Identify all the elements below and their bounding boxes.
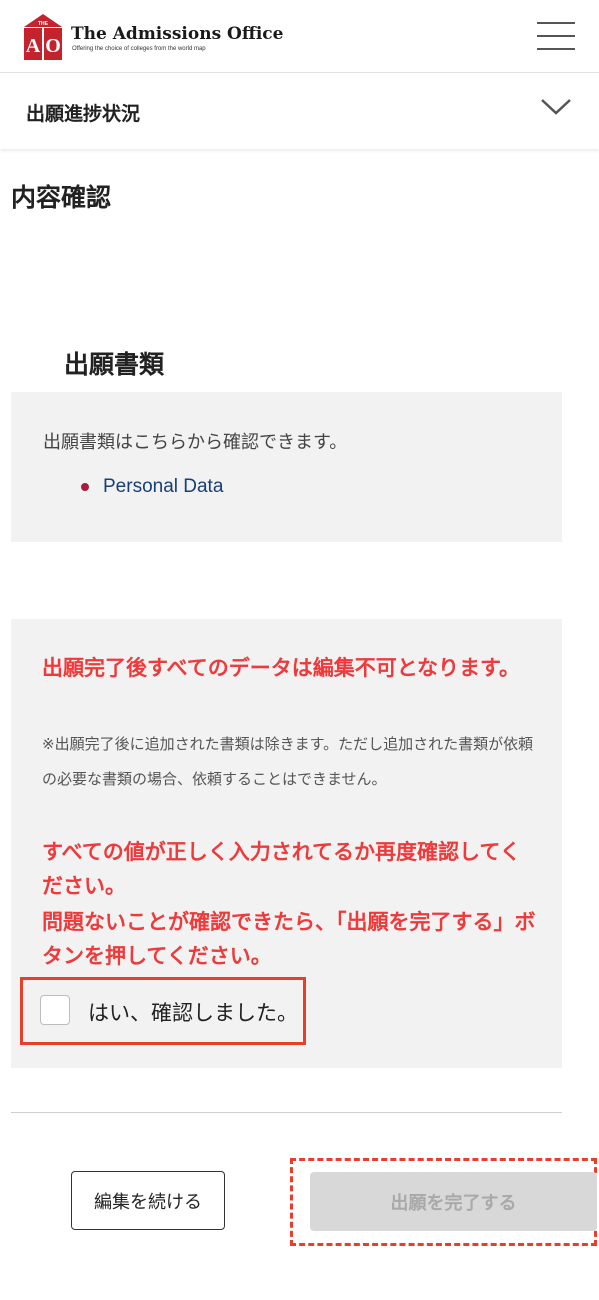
menu-hamburger-icon[interactable] xyxy=(537,20,577,52)
continue-editing-button[interactable]: 編集を続ける xyxy=(71,1171,225,1230)
logo-icon[interactable]: THE A O xyxy=(24,14,62,60)
confirm-checkbox-label[interactable]: はい、確認しました。 xyxy=(88,997,298,1027)
application-progress-label: 出願進捗状況 xyxy=(26,103,141,125)
application-progress-toggle[interactable]: 出願進捗状況 xyxy=(0,73,599,149)
bullet-icon xyxy=(81,483,89,491)
personal-data-link[interactable]: Personal Data xyxy=(103,476,223,498)
site-tagline: Offering the choice of colleges from the… xyxy=(72,46,206,52)
svg-text:O: O xyxy=(45,35,61,57)
documents-note: 出願書類はこちらから確認できます。 xyxy=(43,432,348,453)
page-title: 内容確認 xyxy=(11,183,112,212)
site-title: The Admissions Office xyxy=(71,24,284,44)
documents-section-title: 出願書類 xyxy=(64,350,165,379)
divider xyxy=(11,1112,562,1113)
logo-small-text: THE xyxy=(38,21,49,27)
complete-application-button[interactable]: 出願を完了する xyxy=(310,1172,597,1231)
svg-text:A: A xyxy=(26,35,41,57)
warning-note-text: ※出願完了後に追加された書類は除きます。ただし追加された書類が依頼の必要な書類の… xyxy=(42,735,534,788)
warning-no-edit-text: 出願完了後すべてのデータは編集不可となります。 xyxy=(42,656,520,680)
warning-instruction-text: 問題ないことが確認できたら、「出願を完了する」ボタンを押してください。 xyxy=(42,910,536,968)
warning-recheck-text: すべての値が正しく入力されてるか再度確認してください。 xyxy=(42,840,521,898)
chevron-down-icon[interactable] xyxy=(540,98,572,116)
confirm-checkbox[interactable] xyxy=(40,995,70,1025)
site-header: THE A O The Admissions Office Offering t… xyxy=(0,0,599,73)
documents-box: 出願書類はこちらから確認できます。 Personal Data xyxy=(11,392,562,542)
